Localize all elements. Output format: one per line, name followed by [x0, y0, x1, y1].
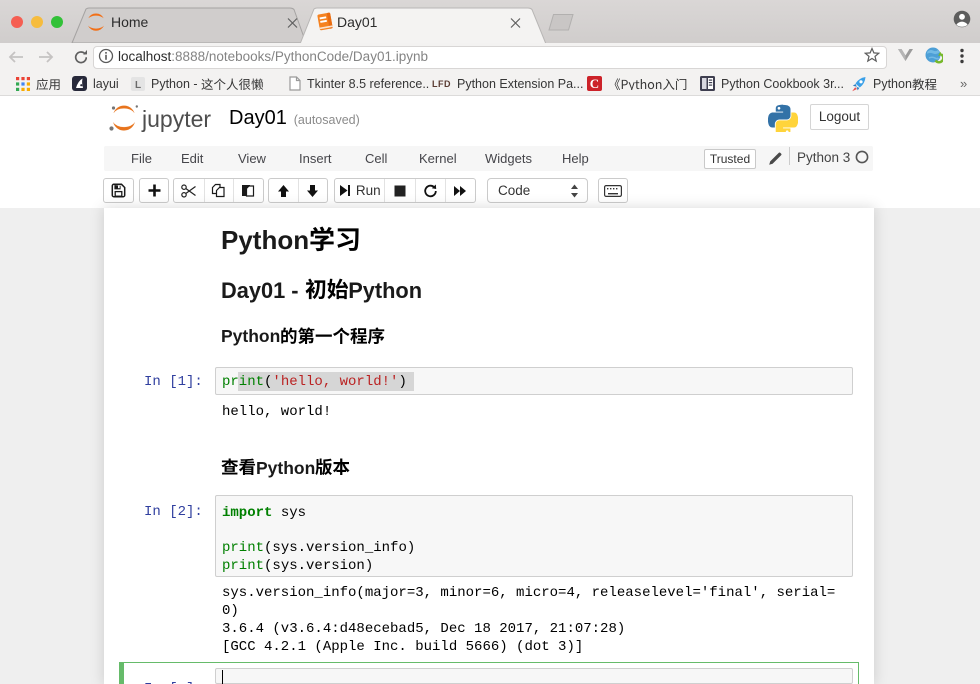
svg-text:C: C — [590, 76, 599, 91]
svg-text:L: L — [135, 80, 141, 91]
